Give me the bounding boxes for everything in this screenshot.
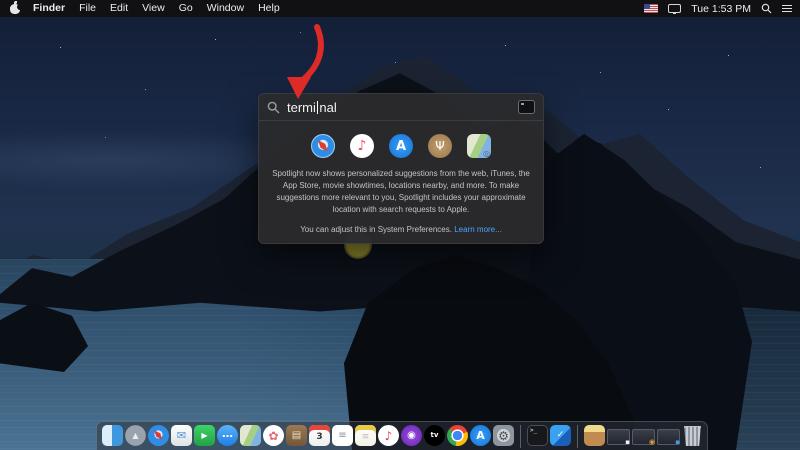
suggestion-icon-appstore: A [389, 134, 413, 158]
divider [259, 120, 543, 121]
dock-item-facetime[interactable]: ▶ [194, 425, 215, 446]
dock-item-vscode[interactable]: ✓ [550, 425, 571, 446]
suggestion-icon-maps: ◎ [467, 134, 491, 158]
spotlight-footer-text: You can adjust this in System Preference… [300, 225, 452, 234]
search-icon [267, 101, 280, 113]
input-source-flag-icon[interactable] [644, 4, 659, 13]
apple-menu-icon[interactable] [10, 0, 23, 14]
menu-item-edit[interactable]: Edit [103, 0, 135, 17]
dock: ▲ ◆ ✉ ▶… ✿ ▤ 3 ≡ ≡ ♪ ◉ tv A ⚙ >_ ✓ ▪ ◉ ▪ [96, 421, 708, 450]
dock-item-sep1[interactable] [520, 425, 521, 448]
text-cursor [316, 100, 319, 114]
dock-item-podcasts[interactable]: ◉ [401, 425, 422, 446]
menu-item-file[interactable]: File [72, 0, 103, 17]
menu-bar-clock[interactable]: Tue 1:53 PM [691, 3, 751, 15]
spotlight-panel: termi nal ◆ ♪ A Ψ ◎ Spotlight now shows perso… [258, 93, 544, 244]
menu-item-window[interactable]: Window [200, 0, 251, 17]
menu-bar: Finder File Edit View Go Window Help Tue 1:53 … [0, 0, 800, 17]
dock-item-reminders[interactable]: ≡ [332, 425, 353, 446]
dock-item-contacts[interactable]: ▤ [286, 425, 307, 446]
dock-item-safari[interactable]: ◆ [148, 425, 169, 446]
menu-item-go[interactable]: Go [172, 0, 200, 17]
suggestion-icon-food: Ψ [428, 134, 452, 158]
menu-item-finder[interactable]: Finder [26, 0, 72, 17]
dock-item-calendar[interactable]: 3 [309, 425, 330, 446]
dock-item-photos[interactable]: ✿ [263, 425, 284, 446]
dock-item-messages[interactable]: … [217, 425, 238, 446]
dock-item-win-code[interactable]: ▪ [657, 429, 680, 446]
dock-item-trash[interactable] [684, 426, 701, 446]
suggestion-icon-safari: ◆ [311, 134, 335, 158]
dock-item-notes[interactable]: ≡ [355, 425, 376, 446]
spotlight-menu-icon[interactable] [761, 3, 772, 14]
dock-item-appletv[interactable]: tv [424, 425, 445, 446]
dock-item-maps[interactable] [240, 425, 261, 446]
suggestion-icons-row: ◆ ♪ A Ψ ◎ [259, 134, 543, 158]
dock-item-launchpad[interactable]: ▲ [125, 425, 146, 446]
stars [0, 17, 1, 18]
dock-item-installer[interactable] [584, 425, 605, 446]
learn-more-link[interactable]: Learn more... [454, 225, 502, 234]
menu-item-view[interactable]: View [135, 0, 172, 17]
menu-item-help[interactable]: Help [251, 0, 287, 17]
annotation-arrow-icon [287, 24, 324, 99]
dock-item-chrome[interactable] [447, 425, 468, 446]
dock-item-finder[interactable] [102, 425, 123, 446]
dock-item-win-doc[interactable]: ▪ [607, 429, 630, 446]
notification-center-icon[interactable] [782, 5, 792, 12]
suggestion-icon-music: ♪ [350, 134, 374, 158]
dock-item-sep2[interactable] [577, 425, 578, 448]
dock-item-appstore[interactable]: A [470, 425, 491, 446]
display-airplay-icon[interactable] [668, 4, 682, 14]
spotlight-description: Spotlight now shows personalized suggest… [272, 169, 530, 214]
dock-item-win-chrome[interactable]: ◉ [632, 429, 655, 446]
terminal-app-icon [518, 100, 535, 114]
dock-item-terminal[interactable]: >_ [527, 425, 548, 446]
dock-item-music[interactable]: ♪ [378, 425, 399, 446]
dock-item-sysprefs[interactable]: ⚙ [493, 425, 514, 446]
dock-item-mail[interactable]: ✉ [171, 425, 192, 446]
